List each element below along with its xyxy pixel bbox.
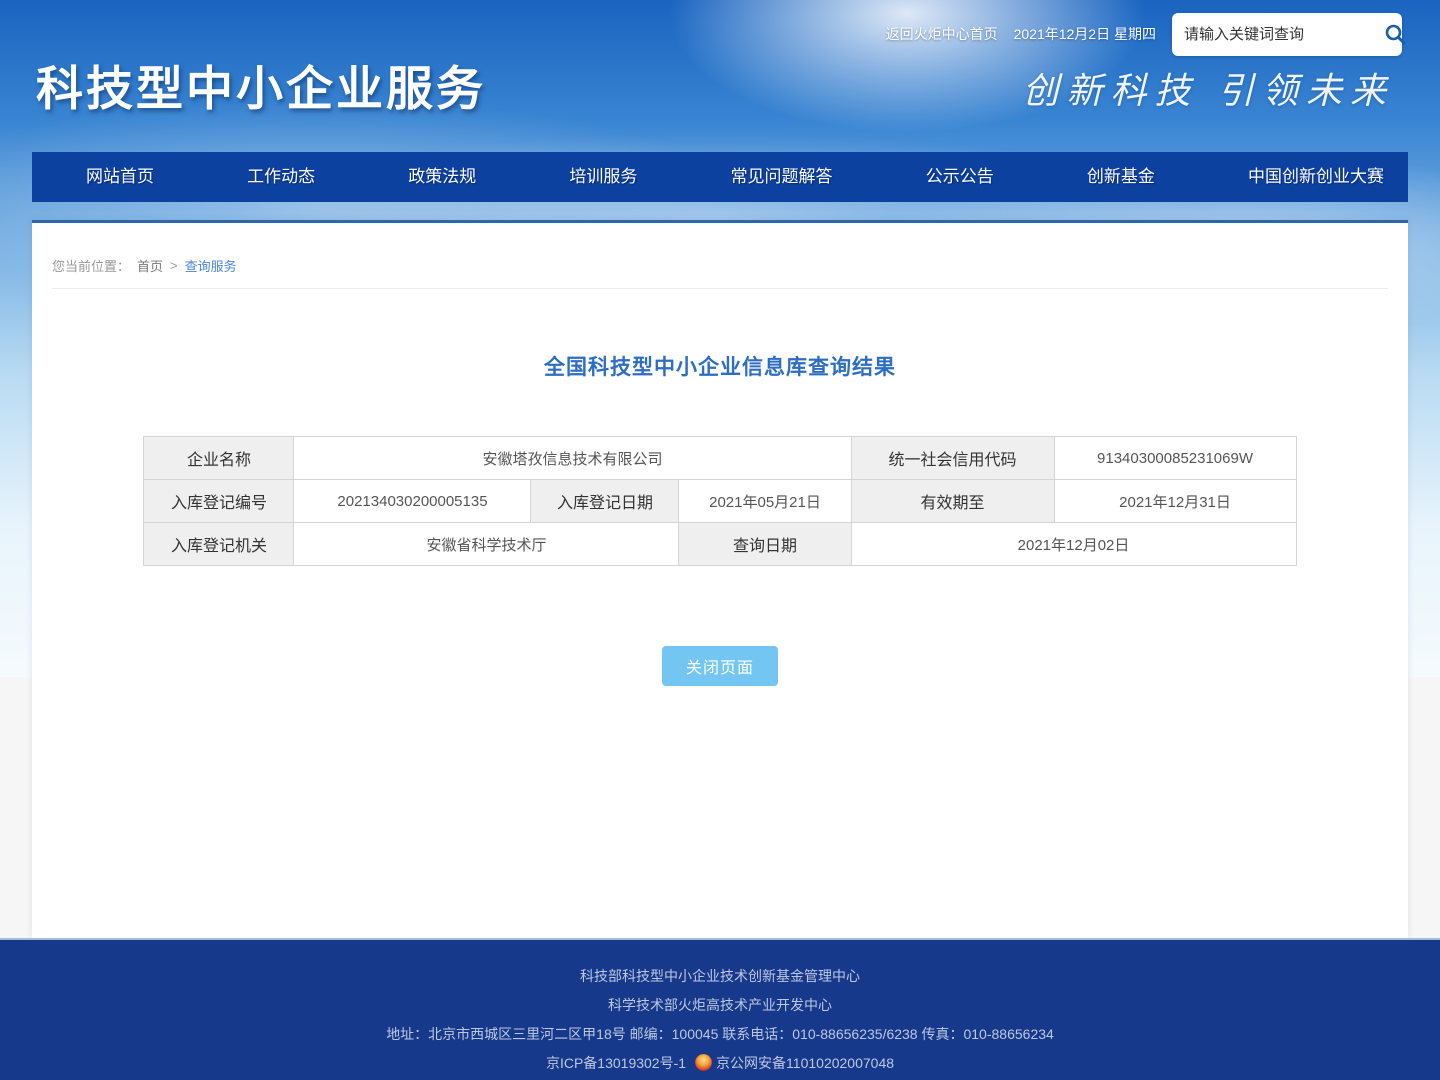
nav-item-announcements[interactable]: 公示公告: [916, 152, 1004, 202]
site-logo[interactable]: 科技型中小企业服务: [36, 50, 486, 119]
registration-date-label: 入库登记日期: [531, 480, 679, 523]
nav-item-work-news[interactable]: 工作动态: [237, 152, 325, 202]
breadcrumb-prefix: 您当前位置：: [52, 256, 130, 275]
registration-number-value: 202134030200005135: [294, 480, 531, 523]
footer-address-line: 地址：北京市西城区三里河二区甲18号 邮编：100045 联系电话：010-88…: [0, 1024, 1440, 1044]
registration-authority-label: 入库登记机关: [144, 523, 294, 566]
enterprise-name-label: 企业名称: [144, 437, 294, 480]
current-date: 2021年12月2日 星期四: [1014, 24, 1156, 44]
registration-number-label: 入库登记编号: [144, 480, 294, 523]
search-box: [1172, 13, 1402, 56]
page-footer: 科技部科技型中小企业技术创新基金管理中心 科学技术部火炬高技术产业开发中心 地址…: [0, 938, 1440, 1080]
footer-org-line-1: 科技部科技型中小企业技术创新基金管理中心: [0, 966, 1440, 986]
police-badge-icon: [695, 1054, 712, 1071]
nav-item-innovation-competition[interactable]: 中国创新创业大赛: [1238, 152, 1394, 202]
credit-code-value: 91340300085231069W: [1054, 437, 1296, 480]
registration-authority-value: 安徽省科学技术厅: [294, 523, 679, 566]
close-page-button[interactable]: 关闭页面: [662, 646, 778, 686]
breadcrumb-separator: >: [170, 258, 178, 273]
police-record-link[interactable]: 京公网安备11010202007048: [716, 1055, 894, 1071]
breadcrumb-home-link[interactable]: 首页: [137, 256, 163, 275]
table-row: 入库登记机关 安徽省科学技术厅 查询日期 2021年12月02日: [144, 523, 1296, 566]
footer-record-line: 京ICP备13019302号-1 京公网安备11010202007048: [0, 1053, 1440, 1073]
query-date-label: 查询日期: [679, 523, 851, 566]
nav-item-faq[interactable]: 常见问题解答: [721, 152, 843, 202]
registration-date-value: 2021年05月21日: [679, 480, 851, 523]
enterprise-name-value: 安徽塔孜信息技术有限公司: [294, 437, 851, 480]
back-to-torch-home-link[interactable]: 返回火炬中心首页: [886, 24, 998, 44]
magnifier-icon[interactable]: [1383, 22, 1407, 46]
site-slogan: 创新科技 引领未来: [1023, 62, 1394, 114]
main-navigation: 网站首页 工作动态 政策法规 培训服务 常见问题解答 公示公告 创新基金 中国创…: [32, 152, 1408, 202]
nav-item-home[interactable]: 网站首页: [76, 152, 164, 202]
breadcrumb-divider: [52, 288, 1388, 289]
footer-org-line-2: 科学技术部火炬高技术产业开发中心: [0, 995, 1440, 1015]
nav-item-policies[interactable]: 政策法规: [398, 152, 486, 202]
breadcrumb: 您当前位置： 首页 > 查询服务: [52, 256, 1388, 275]
nav-item-innovation-fund[interactable]: 创新基金: [1077, 152, 1165, 202]
top-bar: 返回火炬中心首页 2021年12月2日 星期四: [886, 12, 1402, 56]
credit-code-label: 统一社会信用代码: [851, 437, 1054, 480]
nav-item-training[interactable]: 培训服务: [559, 152, 647, 202]
search-input[interactable]: [1184, 26, 1383, 43]
valid-until-value: 2021年12月31日: [1054, 480, 1296, 523]
valid-until-label: 有效期至: [851, 480, 1054, 523]
breadcrumb-current-link[interactable]: 查询服务: [185, 256, 237, 275]
table-row: 企业名称 安徽塔孜信息技术有限公司 统一社会信用代码 9134030008523…: [144, 437, 1296, 480]
table-row: 入库登记编号 202134030200005135 入库登记日期 2021年05…: [144, 480, 1296, 523]
icp-record-link[interactable]: 京ICP备13019302号-1: [546, 1055, 686, 1071]
query-date-value: 2021年12月02日: [851, 523, 1296, 566]
query-result-table: 企业名称 安徽塔孜信息技术有限公司 统一社会信用代码 9134030008523…: [143, 436, 1296, 566]
page-title: 全国科技型中小企业信息库查询结果: [32, 351, 1408, 381]
content-card: 您当前位置： 首页 > 查询服务 全国科技型中小企业信息库查询结果 企业名称 安…: [32, 220, 1408, 938]
